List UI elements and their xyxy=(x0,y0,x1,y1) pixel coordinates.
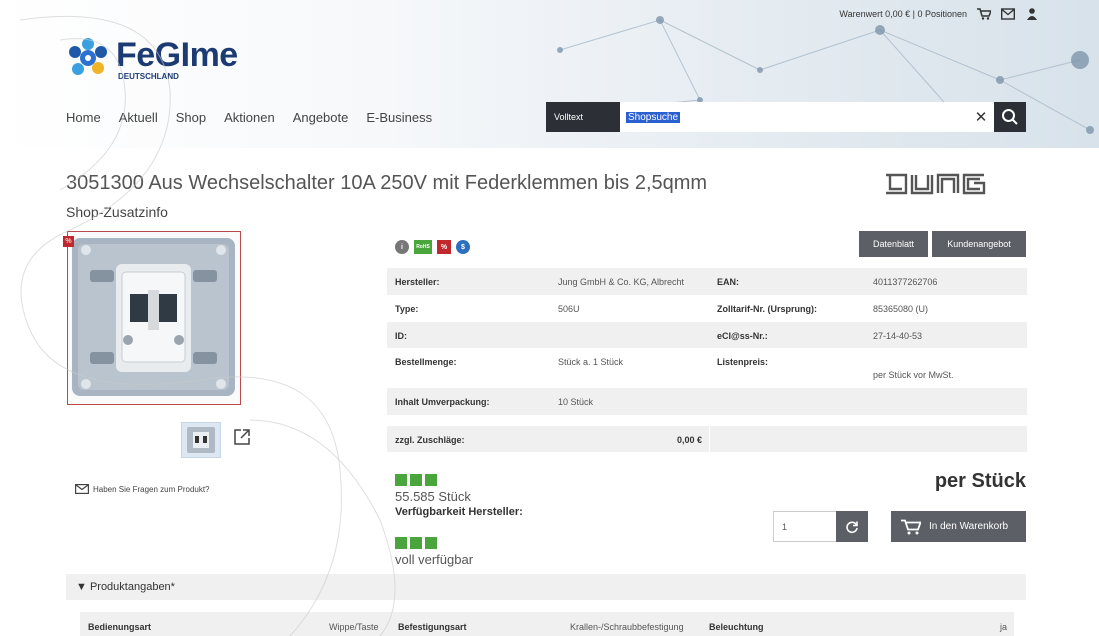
spec-key: Type: xyxy=(387,295,550,322)
detail-key: Befestigungsart xyxy=(398,622,467,632)
availability-indicator xyxy=(395,537,473,549)
detail-value: Krallen-/Schraubbefestigung xyxy=(570,622,684,632)
switch-photo xyxy=(72,238,235,396)
nav-item-aktuell[interactable]: Aktuell xyxy=(119,110,158,125)
rohs-icon[interactable]: RoHS xyxy=(414,240,432,254)
spec-value xyxy=(550,322,709,348)
nav-item-aktionen[interactable]: Aktionen xyxy=(224,110,275,125)
detail-key: Beleuchtung xyxy=(709,622,764,632)
spec-value: 27-14-40-53 xyxy=(865,322,1027,348)
spec-key: Inhalt Umverpackung: xyxy=(387,388,550,415)
price-unit: per Stück xyxy=(934,470,1026,492)
surcharge-value: 0,00 € xyxy=(677,435,703,445)
spec-key xyxy=(709,388,865,415)
thumbnail-photo xyxy=(187,427,215,453)
table-row: Bestellmenge: Stück a. 1 Stück Listenpre… xyxy=(387,348,1027,388)
detail-key: Bedienungsart xyxy=(88,622,152,632)
detail-value: Wippe/Taste xyxy=(329,622,379,632)
stock-quantity: 55.585 Stück xyxy=(395,489,471,504)
discount-badge: % xyxy=(63,236,74,247)
product-thumbnail[interactable] xyxy=(181,422,221,458)
search-bar: Volltext Shopsuche ✕ xyxy=(546,102,1026,132)
spec-value: 4011377262706 xyxy=(865,268,1027,295)
table-row: Inhalt Umverpackung: 10 Stück xyxy=(387,388,1027,415)
clear-search-button[interactable]: ✕ xyxy=(968,102,994,132)
search-icon xyxy=(1002,109,1018,125)
spec-key: Listenpreis: xyxy=(709,348,865,388)
add-to-cart-label: In den Warenkorb xyxy=(929,521,1009,532)
spec-key: Bestellmenge: xyxy=(387,348,550,388)
product-details-accordion[interactable]: ▼ Produktangaben* xyxy=(66,574,1026,600)
refresh-button[interactable] xyxy=(836,511,868,542)
cart-icon xyxy=(901,519,921,534)
add-to-cart-button[interactable]: In den Warenkorb xyxy=(891,511,1026,542)
refresh-icon xyxy=(846,520,858,533)
product-image[interactable] xyxy=(67,231,241,405)
spec-value: 85365080 (U) xyxy=(865,295,1027,322)
surcharge-row: zzgl. Zuschläge: 0,00 € xyxy=(387,426,1027,452)
availability-status: voll verfügbar xyxy=(395,552,474,567)
spec-key: ID: xyxy=(387,322,550,348)
spec-value: Jung GmbH & Co. KG, Albrecht xyxy=(550,268,709,295)
table-row: ID: eCl@ss-Nr.: 27-14-40-53 xyxy=(387,322,1027,348)
product-question-link[interactable]: Haben Sie Fragen zum Produkt? xyxy=(75,484,210,494)
user-icon[interactable] xyxy=(1025,8,1039,20)
table-row: Hersteller: Jung GmbH & Co. KG, Albrecht… xyxy=(387,268,1027,295)
divider xyxy=(709,426,710,452)
discount-icon[interactable]: % xyxy=(437,240,451,254)
table-row: Type: 506U Zolltarif-Nr. (Ursprung): 853… xyxy=(387,295,1027,322)
nav-item-ebusiness[interactable]: E-Business xyxy=(366,110,432,125)
nav-item-home[interactable]: Home xyxy=(66,110,101,125)
stock-indicator xyxy=(395,474,523,486)
fegime-logo-icon xyxy=(69,38,107,75)
product-spec-table: Hersteller: Jung GmbH & Co. KG, Albrecht… xyxy=(387,268,1027,415)
cart-icon[interactable] xyxy=(977,8,991,20)
nav-item-shop[interactable]: Shop xyxy=(176,110,206,125)
jung-brand-logo xyxy=(886,173,986,195)
manufacturer-availability: voll verfügbar xyxy=(395,537,473,567)
product-title: 3051300 Aus Wechselschalter 10A 250V mit… xyxy=(66,172,708,194)
customer-offer-button[interactable]: Kundenangebot xyxy=(932,231,1026,257)
search-button[interactable] xyxy=(994,102,1026,132)
quantity-input[interactable]: 1 xyxy=(773,511,837,542)
datasheet-button[interactable]: Datenblatt xyxy=(859,231,928,257)
info-icon[interactable]: i xyxy=(395,240,409,254)
detail-value: ja xyxy=(1000,622,1008,632)
attribute-icons: i RoHS % $ xyxy=(395,240,470,254)
spec-key: Hersteller: xyxy=(387,268,550,295)
spec-value: Stück a. 1 Stück xyxy=(550,348,709,388)
spec-key: Zolltarif-Nr. (Ursprung): xyxy=(709,295,865,322)
mail-icon xyxy=(75,484,89,494)
header-topbar: Warenwert 0,00 € | 0 Positionen xyxy=(839,8,1039,20)
spec-value: 10 Stück xyxy=(550,388,709,415)
shop-extra-info[interactable]: Shop-Zusatzinfo xyxy=(66,204,168,220)
fegime-logo[interactable]: FeGIme DEUTSCHLAND xyxy=(66,36,238,81)
mail-icon[interactable] xyxy=(1001,8,1015,20)
availability-label: Verfügbarkeit Hersteller: xyxy=(395,506,523,518)
main-nav: Home Aktuell Shop Aktionen Angebote E-Bu… xyxy=(66,110,432,125)
details-row: Bedienungsart Wippe/Taste Befestigungsar… xyxy=(80,612,1014,636)
price-icon[interactable]: $ xyxy=(456,240,470,254)
spec-value: 506U xyxy=(550,295,709,322)
search-input-value: Shopsuche xyxy=(626,111,681,123)
spec-key: eCl@ss-Nr.: xyxy=(709,322,865,348)
search-input[interactable]: Shopsuche xyxy=(620,102,968,132)
logo-name: FeGIme xyxy=(116,36,238,74)
product-question-label: Haben Sie Fragen zum Produkt? xyxy=(93,484,210,494)
search-mode-select[interactable]: Volltext xyxy=(546,102,620,132)
open-external-icon[interactable] xyxy=(233,428,251,446)
surcharge-label: zzgl. Zuschläge: xyxy=(395,435,465,445)
page-header: Warenwert 0,00 € | 0 Positionen FeGIme D… xyxy=(0,0,1099,148)
list-price-note: per Stück vor MwSt. xyxy=(865,348,1027,388)
spec-value xyxy=(865,388,1027,415)
cart-summary[interactable]: Warenwert 0,00 € | 0 Positionen xyxy=(839,9,967,19)
stock-info: 55.585 Stück Verfügbarkeit Hersteller: xyxy=(395,474,523,518)
spec-key: EAN: xyxy=(709,268,865,295)
nav-item-angebote[interactable]: Angebote xyxy=(293,110,349,125)
